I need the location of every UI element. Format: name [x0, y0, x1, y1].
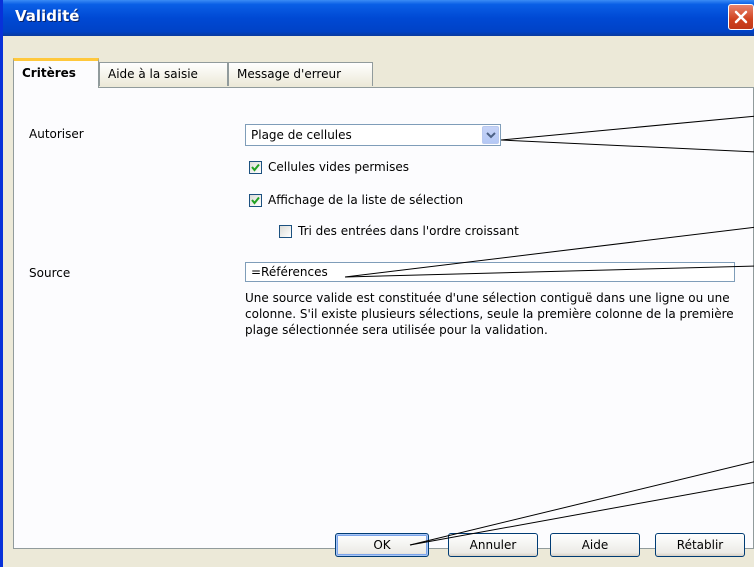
checkmark-icon	[251, 163, 260, 172]
reset-button-label: Rétablir	[676, 538, 724, 552]
allow-dropdown-button[interactable]	[482, 126, 499, 144]
tab-criteres[interactable]: Critères	[13, 58, 99, 88]
checkmark-icon	[251, 196, 260, 205]
cancel-button-label: Annuler	[469, 538, 517, 552]
sort-entries-label: Tri des entrées dans l'ordre croissant	[298, 224, 519, 238]
close-button[interactable]	[728, 4, 754, 30]
tab-criteres-label: Critères	[22, 66, 76, 80]
ok-button[interactable]: OK	[335, 533, 429, 557]
title-bar[interactable]: Validité	[3, 0, 754, 36]
allow-label: Autoriser	[29, 127, 84, 141]
show-list-check[interactable]	[249, 194, 262, 207]
ok-button-label: OK	[373, 538, 391, 552]
allow-select[interactable]: Plage de cellules	[245, 124, 501, 146]
show-list-label: Affichage de la liste de sélection	[268, 193, 464, 207]
allow-select-value: Plage de cellules	[251, 128, 352, 142]
source-input[interactable]: =Références	[245, 262, 735, 282]
source-input-value: =Références	[251, 265, 328, 279]
tab-message-erreur[interactable]: Message d'erreur	[228, 62, 373, 86]
reset-button[interactable]: Rétablir	[655, 533, 745, 557]
tab-aide-saisie[interactable]: Aide à la saisie	[99, 62, 228, 86]
empty-cells-check[interactable]	[249, 161, 262, 174]
close-icon	[734, 10, 748, 24]
tab-message-erreur-label: Message d'erreur	[237, 67, 342, 81]
tab-aide-saisie-label: Aide à la saisie	[108, 67, 198, 81]
help-button[interactable]: Aide	[550, 533, 640, 557]
help-button-label: Aide	[581, 538, 609, 552]
empty-cells-label: Cellules vides permises	[268, 160, 409, 174]
sort-entries-check[interactable]	[279, 225, 292, 238]
cancel-button[interactable]: Annuler	[448, 533, 538, 557]
source-label: Source	[29, 266, 71, 280]
chevron-down-icon	[486, 132, 496, 139]
validity-dialog: Validité Critères Aide à la saisie Messa…	[0, 0, 754, 567]
source-help-text: Une source valide est constituée d'une s…	[245, 291, 734, 337]
window-title: Validité	[15, 7, 80, 25]
